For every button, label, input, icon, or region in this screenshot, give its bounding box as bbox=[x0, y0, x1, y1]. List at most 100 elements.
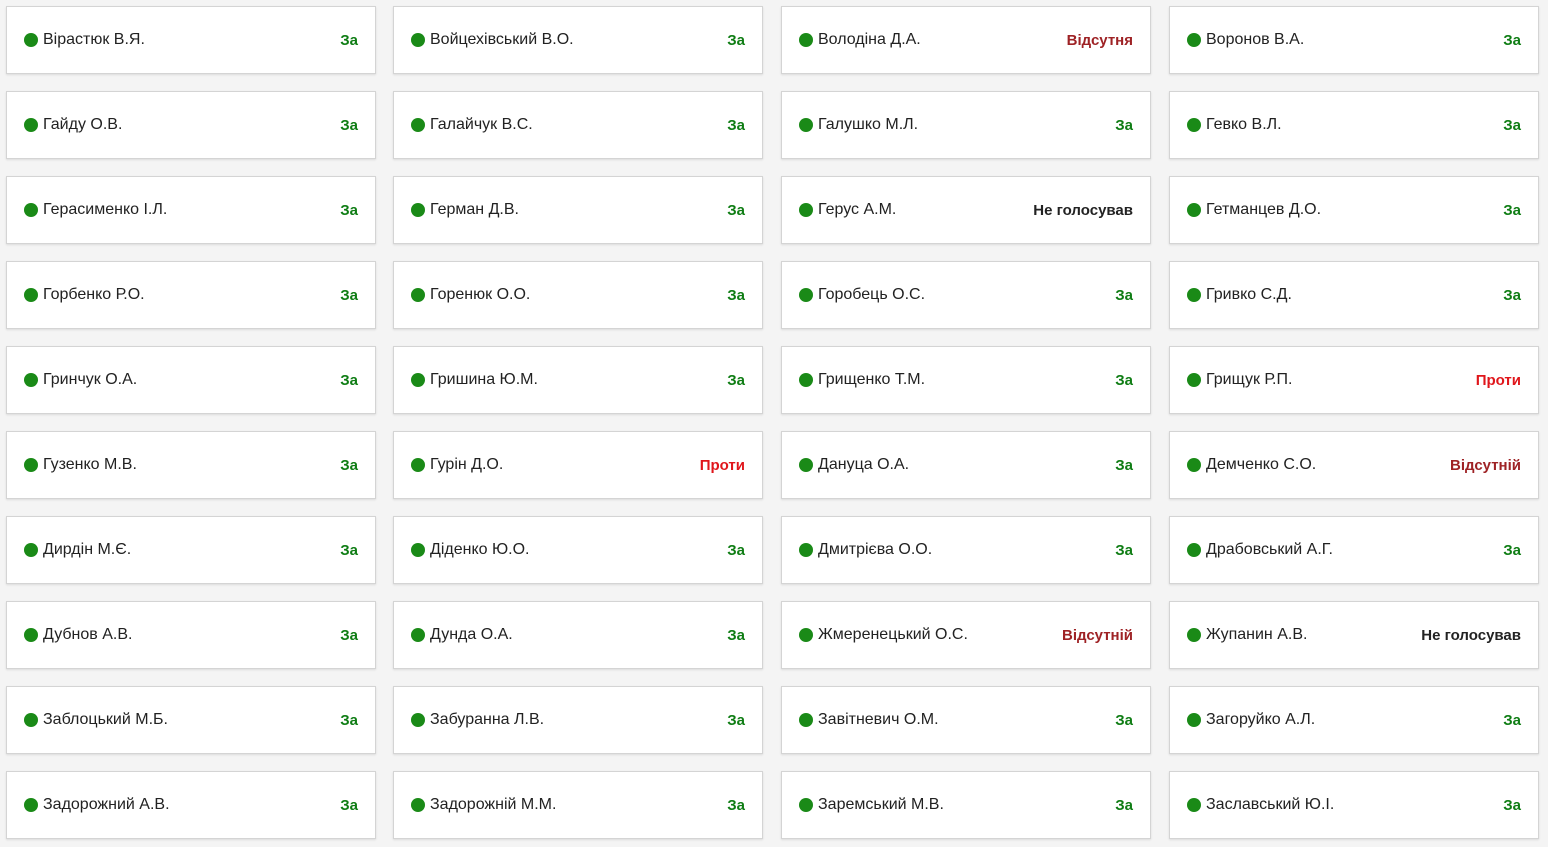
status-dot-icon bbox=[799, 33, 813, 47]
deputy-card[interactable]: Гринчук О.А. За bbox=[6, 346, 376, 414]
vote-result: За bbox=[727, 626, 745, 644]
vote-result: За bbox=[1503, 286, 1521, 304]
deputy-card[interactable]: Воронов В.А. За bbox=[1169, 6, 1539, 74]
deputy-card[interactable]: Герман Д.В. За bbox=[393, 176, 763, 244]
deputy-card[interactable]: Драбовський А.Г. За bbox=[1169, 516, 1539, 584]
deputy-name: Гайду О.В. bbox=[43, 116, 123, 133]
deputy-card[interactable]: Дубнов А.В. За bbox=[6, 601, 376, 669]
deputy-card[interactable]: Гришина Ю.М. За bbox=[393, 346, 763, 414]
deputy-card[interactable]: Дануца О.А. За bbox=[781, 431, 1151, 499]
deputy-card[interactable]: Гузенко М.В. За bbox=[6, 431, 376, 499]
deputy-card[interactable]: Задорожній М.М. За bbox=[393, 771, 763, 839]
vote-result: Відсутній bbox=[1450, 456, 1521, 474]
vote-result: За bbox=[1503, 201, 1521, 219]
status-dot-icon bbox=[24, 33, 38, 47]
vote-result: За bbox=[1503, 541, 1521, 559]
deputy-name: Гурін Д.О. bbox=[430, 456, 504, 473]
status-dot-icon bbox=[799, 798, 813, 812]
deputy-card[interactable]: Герус А.М. Не голосував bbox=[781, 176, 1151, 244]
vote-result: За bbox=[340, 286, 358, 304]
deputy-card[interactable]: Галушко М.Л. За bbox=[781, 91, 1151, 159]
status-dot-icon bbox=[411, 713, 425, 727]
deputy-card[interactable]: Грищук Р.П. Проти bbox=[1169, 346, 1539, 414]
deputy-name: Задорожний А.В. bbox=[43, 796, 170, 813]
deputy-name: Вірастюк В.Я. bbox=[43, 31, 145, 48]
deputy-card[interactable]: Діденко Ю.О. За bbox=[393, 516, 763, 584]
status-dot-icon bbox=[799, 118, 813, 132]
deputy-card[interactable]: Загоруйко А.Л. За bbox=[1169, 686, 1539, 754]
deputy-card[interactable]: Вірастюк В.Я. За bbox=[6, 6, 376, 74]
vote-result: За bbox=[727, 371, 745, 389]
deputy-card[interactable]: Галайчук В.С. За bbox=[393, 91, 763, 159]
deputy-name: Гузенко М.В. bbox=[43, 456, 137, 473]
deputy-name: Грищук Р.П. bbox=[1206, 371, 1293, 388]
deputy-card[interactable]: Завітневич О.М. За bbox=[781, 686, 1151, 754]
deputy-card[interactable]: Гайду О.В. За bbox=[6, 91, 376, 159]
status-dot-icon bbox=[411, 373, 425, 387]
deputy-card[interactable]: Гевко В.Л. За bbox=[1169, 91, 1539, 159]
deputy-card[interactable]: Горбенко Р.О. За bbox=[6, 261, 376, 329]
status-dot-icon bbox=[24, 458, 38, 472]
status-dot-icon bbox=[411, 458, 425, 472]
deputy-card[interactable]: Герасименко І.Л. За bbox=[6, 176, 376, 244]
status-dot-icon bbox=[24, 713, 38, 727]
status-dot-icon bbox=[1187, 118, 1201, 132]
vote-result: За bbox=[1115, 286, 1133, 304]
deputy-card[interactable]: Демченко С.О. Відсутній bbox=[1169, 431, 1539, 499]
deputy-name: Гевко В.Л. bbox=[1206, 116, 1282, 133]
deputy-card[interactable]: Горенюк О.О. За bbox=[393, 261, 763, 329]
deputy-name: Галайчук В.С. bbox=[430, 116, 533, 133]
deputy-name: Воронов В.А. bbox=[1206, 31, 1305, 48]
deputy-card[interactable]: Войцехівський В.О. За bbox=[393, 6, 763, 74]
vote-result: За bbox=[727, 31, 745, 49]
deputy-card[interactable]: Жмеренецький О.С. Відсутній bbox=[781, 601, 1151, 669]
status-dot-icon bbox=[1187, 288, 1201, 302]
vote-result: За bbox=[727, 201, 745, 219]
vote-result: Не голосував bbox=[1421, 626, 1521, 644]
deputy-card[interactable]: Жупанин А.В. Не голосував bbox=[1169, 601, 1539, 669]
deputy-name: Забуранна Л.В. bbox=[430, 711, 545, 728]
vote-result: За bbox=[1115, 456, 1133, 474]
vote-result: За bbox=[340, 116, 358, 134]
status-dot-icon bbox=[411, 33, 425, 47]
deputy-name: Дубнов А.В. bbox=[43, 626, 133, 643]
status-dot-icon bbox=[1187, 203, 1201, 217]
vote-result: За bbox=[1503, 116, 1521, 134]
vote-result: За bbox=[340, 541, 358, 559]
status-dot-icon bbox=[799, 203, 813, 217]
vote-result: За bbox=[727, 286, 745, 304]
deputy-name: Жмеренецький О.С. bbox=[818, 626, 968, 643]
deputy-card[interactable]: Гурін Д.О. Проти bbox=[393, 431, 763, 499]
deputy-card[interactable]: Забуранна Л.В. За bbox=[393, 686, 763, 754]
status-dot-icon bbox=[799, 458, 813, 472]
vote-result: За bbox=[340, 796, 358, 814]
status-dot-icon bbox=[411, 628, 425, 642]
deputy-name: Драбовський А.Г. bbox=[1206, 541, 1333, 558]
deputy-name: Дирдін М.Є. bbox=[43, 541, 132, 558]
vote-result: За bbox=[1115, 371, 1133, 389]
vote-result: За bbox=[1115, 711, 1133, 729]
deputy-name: Гривко С.Д. bbox=[1206, 286, 1292, 303]
deputy-card[interactable]: Дунда О.А. За bbox=[393, 601, 763, 669]
vote-result: Не голосував bbox=[1033, 201, 1133, 219]
deputy-name: Гетманцев Д.О. bbox=[1206, 201, 1322, 218]
status-dot-icon bbox=[1187, 713, 1201, 727]
status-dot-icon bbox=[1187, 373, 1201, 387]
deputy-name: Володіна Д.А. bbox=[818, 31, 921, 48]
status-dot-icon bbox=[411, 118, 425, 132]
status-dot-icon bbox=[799, 713, 813, 727]
deputy-card[interactable]: Заблоцький М.Б. За bbox=[6, 686, 376, 754]
deputy-card[interactable]: Горобець О.С. За bbox=[781, 261, 1151, 329]
deputy-card[interactable]: Задорожний А.В. За bbox=[6, 771, 376, 839]
deputy-card[interactable]: Дирдін М.Є. За bbox=[6, 516, 376, 584]
deputy-card[interactable]: Дмитрієва О.О. За bbox=[781, 516, 1151, 584]
deputy-card[interactable]: Гривко С.Д. За bbox=[1169, 261, 1539, 329]
deputy-name: Жупанин А.В. bbox=[1206, 626, 1308, 643]
deputy-card[interactable]: Заремський М.В. За bbox=[781, 771, 1151, 839]
deputy-card[interactable]: Гетманцев Д.О. За bbox=[1169, 176, 1539, 244]
deputy-card[interactable]: Грищенко Т.М. За bbox=[781, 346, 1151, 414]
deputy-card[interactable]: Володіна Д.А. Відсутня bbox=[781, 6, 1151, 74]
status-dot-icon bbox=[799, 288, 813, 302]
deputy-card[interactable]: Заславський Ю.І. За bbox=[1169, 771, 1539, 839]
status-dot-icon bbox=[24, 203, 38, 217]
